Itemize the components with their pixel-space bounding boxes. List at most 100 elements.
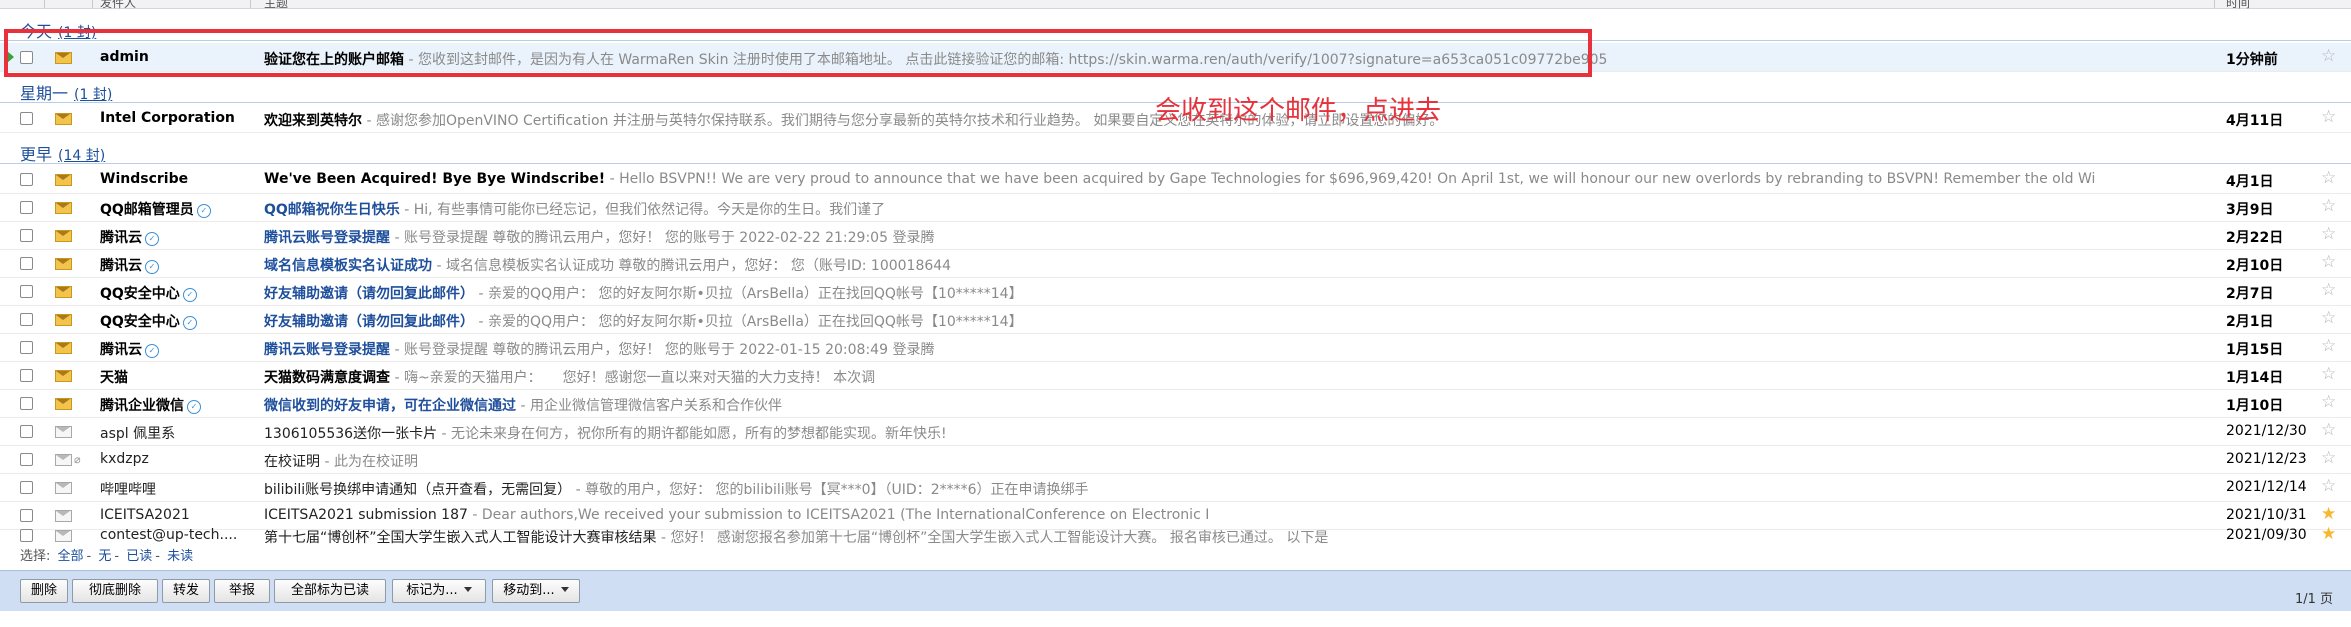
group-count-link[interactable]: (1 封) [74,87,112,103]
email-sender: QQ安全中心 [100,286,180,302]
delete-button[interactable]: 删除 [20,579,68,603]
select-read-link[interactable]: 已读 [126,549,152,564]
email-subject[interactable]: 微信收到的好友申请，可在企业微信通过 - 用企业微信管理微信客户关系和合作伙伴 [264,395,2164,415]
email-date: 2月1日 [2226,314,2274,330]
star-icon[interactable]: ☆ [2321,308,2336,328]
email-row[interactable]: ⌀ kxdzpz 在校证明 - 此为在校证明 2021/12/23 ☆ [0,445,2351,474]
row-checkbox[interactable] [20,397,33,410]
column-time[interactable]: 时间 [2226,0,2250,11]
email-subject[interactable]: 天猫数码满意度调查 - 嗨~亲爱的天猫用户： 您好！感谢您一直以来对天猫的大力支… [264,367,2164,387]
email-preview: - Dear authors,We received your submissi… [467,507,1210,523]
verified-badge-icon: ✓ [182,316,197,330]
move-to-label: 移动到... [503,583,555,598]
group-count-link[interactable]: (14 封) [58,148,105,164]
email-subject[interactable]: 好友辅助邀请（请勿回复此邮件） - 亲爱的QQ用户： 您的好友阿尔斯•贝拉（Ar… [264,283,2164,303]
row-checkbox[interactable] [20,313,33,326]
mark-as-dropdown[interactable]: 标记为... [392,579,486,603]
star-icon[interactable]: ☆ [2321,107,2336,127]
email-subject[interactable]: bilibili账号换绑申请通知（点开查看，无需回复） - 尊敬的用户，您好： … [264,479,2164,499]
email-date: 2021/09/30 [2226,527,2307,543]
email-row[interactable]: ICEITSA2021 ICEITSA2021 submission 187 -… [0,501,2351,530]
unread-envelope-icon [55,202,72,214]
permanent-delete-button[interactable]: 彻底删除 [72,579,158,603]
email-subject[interactable]: We've Been Acquired! Bye Bye Windscribe!… [264,171,2164,187]
bottom-toolbar: 删除 彻底删除 转发 举报 全部标为已读 标记为... 移动到... 1/1 页 [0,570,2351,611]
mark-all-read-button[interactable]: 全部标为已读 [274,579,386,603]
row-checkbox[interactable] [20,201,33,214]
email-sender: ICEITSA2021 [100,507,190,523]
row-checkbox[interactable] [20,173,33,186]
row-checkbox[interactable] [20,369,33,382]
move-to-dropdown[interactable]: 移动到... [492,579,580,603]
email-row[interactable]: 腾讯企业微信 ✓ 微信收到的好友申请，可在企业微信通过 - 用企业微信管理微信客户… [0,389,2351,418]
email-subject[interactable]: QQ邮箱祝你生日快乐 - Hi, 有些事情可能你已经忘记，但我们依然记得。今天是… [264,199,2164,219]
email-sender: aspl 佩里系 [100,426,176,442]
email-subject[interactable]: 腾讯云账号登录提醒 - 账号登录提醒 尊敬的腾讯云用户，您好！ 您的账号于 20… [264,227,2164,247]
email-sender: 腾讯云 [100,342,142,358]
column-header: 发件人 主题 时间 [0,0,2351,11]
row-checkbox[interactable] [20,257,33,270]
read-envelope-icon [55,454,72,466]
email-row[interactable]: 腾讯云 ✓ 腾讯云账号登录提醒 - 账号登录提醒 尊敬的腾讯云用户，您好！ 您的账… [0,221,2351,250]
column-subject[interactable]: 主题 [264,0,288,11]
email-subject[interactable]: 1306105536送你一张卡片 - 无论未来身在何方，祝你所有的期许都能如愿，… [264,423,2164,443]
select-unread-link[interactable]: 未读 [167,549,193,564]
row-checkbox[interactable] [20,481,33,494]
group-title: 星期一 [20,84,69,103]
email-subject[interactable]: 第十七届“博创杯”全国大学生嵌入式人工智能设计大赛审核结果 - 您好！ 感谢您报… [264,527,2164,547]
email-date: 2月10日 [2226,258,2284,274]
row-checkbox[interactable] [20,229,33,242]
star-icon[interactable]: ☆ [2321,476,2336,496]
star-icon[interactable]: ☆ [2321,168,2336,188]
select-all-link[interactable]: 全部 [58,549,84,564]
row-checkbox[interactable] [20,285,33,298]
star-icon[interactable]: ☆ [2321,196,2336,216]
email-row[interactable]: Windscribe We've Been Acquired! Bye Bye … [0,165,2351,194]
email-row[interactable]: QQ安全中心 ✓ 好友辅助邀请（请勿回复此邮件） - 亲爱的QQ用户： 您的好友阿… [0,305,2351,334]
row-checkbox[interactable] [20,112,33,125]
email-preview: - 域名信息模板实名认证成功 尊敬的腾讯云用户，您好： 您（账号ID: 1000… [432,258,952,274]
email-row[interactable]: QQ邮箱管理员 ✓ QQ邮箱祝你生日快乐 - Hi, 有些事情可能你已经忘记，但我… [0,193,2351,222]
email-subject[interactable]: 好友辅助邀请（请勿回复此邮件） - 亲爱的QQ用户： 您的好友阿尔斯•贝拉（Ar… [264,311,2164,331]
email-row[interactable]: contest@up-tech.... 第十七届“博创杯”全国大学生嵌入式人工智… [0,524,2351,547]
star-icon[interactable]: ★ [2321,524,2336,544]
row-checkbox[interactable] [20,453,33,466]
email-sender: Windscribe [100,171,189,187]
column-sender[interactable]: 发件人 [100,0,136,11]
row-checkbox[interactable] [20,425,33,438]
email-subject[interactable]: 域名信息模板实名认证成功 - 域名信息模板实名认证成功 尊敬的腾讯云用户，您好：… [264,255,2164,275]
email-preview: - 亲爱的QQ用户： 您的好友阿尔斯•贝拉（ArsBella）正在找回QQ帐号【… [474,314,1023,330]
email-row[interactable]: 腾讯云 ✓ 腾讯云账号登录提醒 - 账号登录提醒 尊敬的腾讯云用户，您好！ 您的账… [0,333,2351,362]
star-icon[interactable]: ☆ [2321,336,2336,356]
star-icon[interactable]: ★ [2321,504,2336,524]
email-subject[interactable]: ICEITSA2021 submission 187 - Dear author… [264,507,2164,523]
email-row[interactable]: 腾讯云 ✓ 域名信息模板实名认证成功 - 域名信息模板实名认证成功 尊敬的腾讯云用… [0,249,2351,278]
report-button[interactable]: 举报 [214,579,270,603]
email-subject[interactable]: 腾讯云账号登录提醒 - 账号登录提醒 尊敬的腾讯云用户，您好！ 您的账号于 20… [264,339,2164,359]
forward-button[interactable]: 转发 [162,579,210,603]
select-none-link[interactable]: 无 [98,549,111,564]
email-sender: QQ安全中心 [100,314,180,330]
star-icon[interactable]: ☆ [2321,364,2336,384]
email-row[interactable]: QQ安全中心 ✓ 好友辅助邀请（请勿回复此邮件） - 亲爱的QQ用户： 您的好友阿… [0,277,2351,306]
email-subject[interactable]: 在校证明 - 此为在校证明 [264,451,2164,471]
star-icon[interactable]: ☆ [2321,420,2336,440]
email-row[interactable]: 天猫 天猫数码满意度调查 - 嗨~亲爱的天猫用户： 您好！感谢您一直以来对天猫的… [0,361,2351,390]
email-row[interactable]: 哔哩哔哩 bilibili账号换绑申请通知（点开查看，无需回复） - 尊敬的用户… [0,473,2351,502]
star-icon[interactable]: ☆ [2321,392,2336,412]
star-icon[interactable]: ☆ [2321,448,2336,468]
email-preview: - Hi, 有些事情可能你已经忘记，但我们依然记得。今天是你的生日。我们谨了 [399,202,886,218]
row-checkbox[interactable] [20,509,33,522]
star-icon[interactable]: ☆ [2321,224,2336,244]
star-icon[interactable]: ☆ [2321,46,2336,66]
email-date: 2月22日 [2226,230,2284,246]
star-icon[interactable]: ☆ [2321,280,2336,300]
row-checkbox[interactable] [20,341,33,354]
email-row[interactable]: aspl 佩里系 1306105536送你一张卡片 - 无论未来身在何方，祝你所… [0,417,2351,446]
email-preview: - 尊敬的用户，您好： 您的bilibili账号【冥***0】（UID：2***… [571,482,1089,498]
email-sender: QQ邮箱管理员 [100,202,194,218]
subject-text: 天猫数码满意度调查 [264,370,390,386]
star-icon[interactable]: ☆ [2321,252,2336,272]
subject-text: 域名信息模板实名认证成功 [264,258,432,274]
row-checkbox[interactable] [20,529,33,542]
